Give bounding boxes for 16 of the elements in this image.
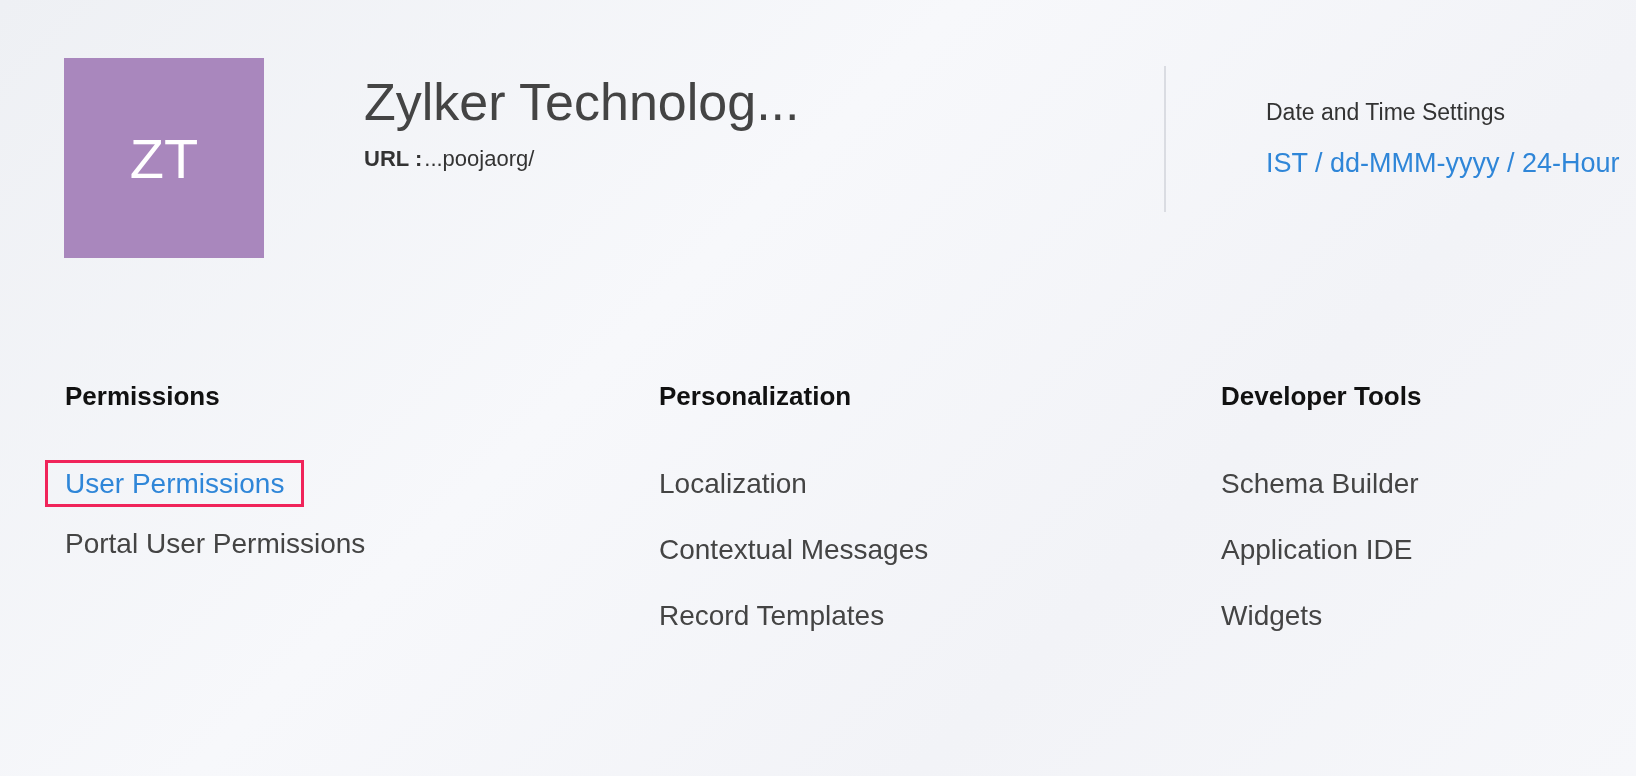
settings-link[interactable]: Application IDE [1201,526,1433,573]
section-heading: Permissions [65,381,221,412]
settings-link[interactable]: User Permissions [45,460,305,507]
settings-link[interactable]: Widgets [1201,592,1343,639]
settings-link[interactable]: Localization [639,460,827,507]
section-heading: Personalization [659,381,853,412]
organization-name: Zylker Technolog... [364,72,801,132]
settings-link[interactable]: Contextual Messages [639,526,949,573]
date-time-settings-label: Date and Time Settings [1266,99,1507,126]
settings-link[interactable]: Record Templates [639,592,905,639]
settings-link[interactable]: Schema Builder [1201,460,1439,507]
organization-url: ...poojaorg/ [424,146,535,172]
url-label: URL : [364,146,423,172]
section-heading: Developer Tools [1221,381,1423,412]
settings-link[interactable]: Portal User Permissions [45,520,386,567]
organization-avatar: ZT [64,58,264,258]
